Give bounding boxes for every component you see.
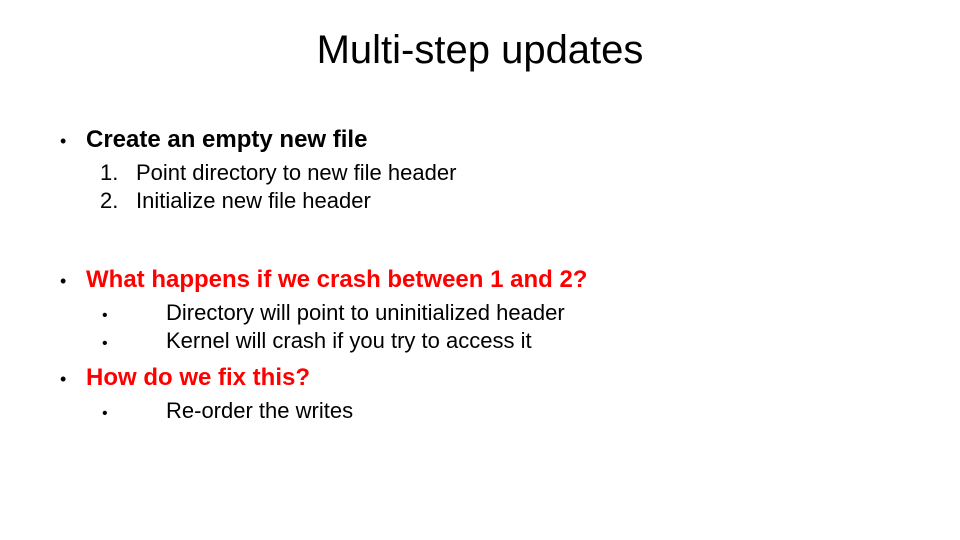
list-item-text: Initialize new file header: [136, 188, 371, 214]
bullet-icon: •: [60, 271, 86, 292]
slide: Multi-step updates • Create an empty new…: [0, 0, 960, 540]
list-item: • Re-order the writes: [100, 398, 900, 424]
list-item: • Kernel will crash if you try to access…: [100, 328, 900, 354]
slide-body: • Create an empty new file 1. Point dire…: [60, 118, 900, 424]
bullet-icon: •: [60, 131, 86, 152]
list-item: • Directory will point to uninitialized …: [100, 300, 900, 326]
list-item-text: Point directory to new file header: [136, 160, 456, 186]
list-item: 1. Point directory to new file header: [100, 160, 900, 186]
bullet-heading: • Create an empty new file: [60, 126, 900, 154]
list-item-text: Re-order the writes: [166, 398, 353, 424]
slide-title: Multi-step updates: [0, 28, 960, 73]
bullet-icon: •: [100, 405, 166, 423]
bullet-heading: • What happens if we crash between 1 and…: [60, 266, 900, 294]
list-item: 2. Initialize new file header: [100, 188, 900, 214]
bullet-icon: •: [100, 307, 166, 325]
list-marker: 2.: [100, 188, 136, 214]
heading-text: How do we fix this?: [86, 364, 310, 392]
bullet-heading: • How do we fix this?: [60, 364, 900, 392]
heading-text: What happens if we crash between 1 and 2…: [86, 266, 587, 294]
list-item-text: Kernel will crash if you try to access i…: [166, 328, 532, 354]
list-item-text: Directory will point to uninitialized he…: [166, 300, 565, 326]
bullet-icon: •: [100, 335, 166, 353]
heading-text: Create an empty new file: [86, 126, 367, 154]
list-marker: 1.: [100, 160, 136, 186]
bullet-icon: •: [60, 369, 86, 390]
